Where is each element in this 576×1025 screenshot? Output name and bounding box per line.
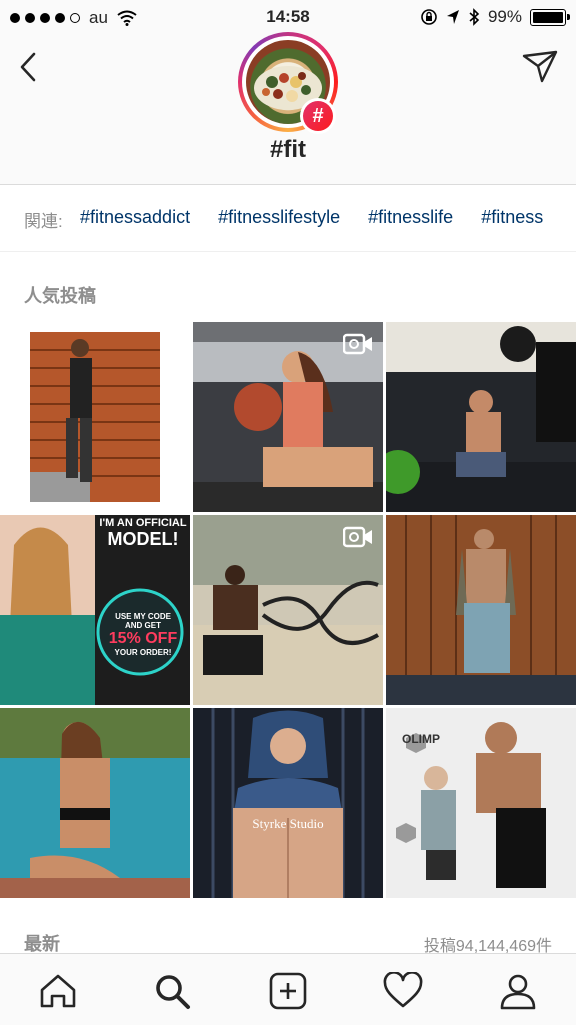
post-thumbnail[interactable] (0, 708, 190, 898)
promo-line: I'M AN OFFICIAL (99, 517, 187, 529)
promo-line: AND GET (125, 621, 161, 630)
home-icon[interactable] (38, 972, 78, 1010)
promo-line: MODEL! (107, 529, 179, 549)
post-image (30, 332, 160, 502)
status-right: 99% (420, 7, 570, 27)
post-thumbnail[interactable]: Styrke Studio (193, 708, 383, 898)
chevron-left-icon[interactable] (14, 50, 44, 84)
paper-plane-icon[interactable] (520, 48, 560, 84)
post-thumbnail[interactable]: I'M AN OFFICIAL MODEL! USE MY CODE AND G… (0, 515, 190, 705)
post-image (386, 322, 576, 512)
bottom-tab-bar (0, 953, 576, 1025)
watermark-text: Styrke Studio (252, 816, 324, 831)
video-icon (343, 333, 372, 355)
post-thumbnail[interactable] (386, 515, 576, 705)
profile-icon[interactable] (498, 972, 538, 1010)
related-label: 関連: (24, 212, 63, 231)
post-thumbnail[interactable] (0, 322, 190, 512)
heart-icon[interactable] (383, 972, 423, 1010)
promo-line: YOUR ORDER! (114, 648, 172, 657)
page-title: #fit (270, 136, 306, 163)
location-icon (446, 10, 459, 24)
related-tag[interactable]: #fitness (481, 207, 543, 228)
battery-fill (533, 11, 563, 23)
promo-line: 15% OFF (108, 630, 178, 647)
post-thumbnail[interactable] (193, 515, 383, 705)
hashtag-badge: # (300, 98, 336, 134)
battery-percent: 99% (487, 7, 522, 26)
related-tags-bar[interactable]: 関連: #fitnessaddict #fitnesslifestyle #fi… (0, 185, 576, 252)
promo-text: I'M AN OFFICIAL MODEL! USE MY CODE AND G… (96, 517, 190, 657)
add-icon[interactable] (268, 972, 308, 1010)
search-icon[interactable] (152, 972, 192, 1010)
bluetooth-icon (469, 8, 480, 26)
promo-line: USE MY CODE (115, 612, 171, 621)
related-tag[interactable]: #fitnessaddict (80, 207, 190, 228)
post-image (193, 708, 383, 898)
brand-text: OLIMP (402, 732, 440, 746)
status-bar: au 14:58 99% (0, 0, 576, 36)
post-image (0, 708, 190, 898)
hashtag-badge-icon: # (303, 101, 333, 131)
orientation-lock-icon (421, 9, 437, 25)
related-tag[interactable]: #fitnesslifestyle (218, 207, 340, 228)
post-thumbnail[interactable] (193, 322, 383, 512)
top-posts-heading: 人気投稿 (24, 286, 96, 306)
battery-icon (530, 8, 570, 26)
related-tag[interactable]: #fitnesslife (368, 207, 453, 228)
hashtag-header: # #fit (0, 32, 576, 185)
video-icon (343, 526, 372, 548)
post-thumbnail[interactable] (386, 322, 576, 512)
post-image (386, 515, 576, 705)
post-thumbnail[interactable]: OLIMP (386, 708, 576, 898)
related-tags-list: #fitnessaddict #fitnesslifestyle #fitnes… (80, 207, 543, 228)
